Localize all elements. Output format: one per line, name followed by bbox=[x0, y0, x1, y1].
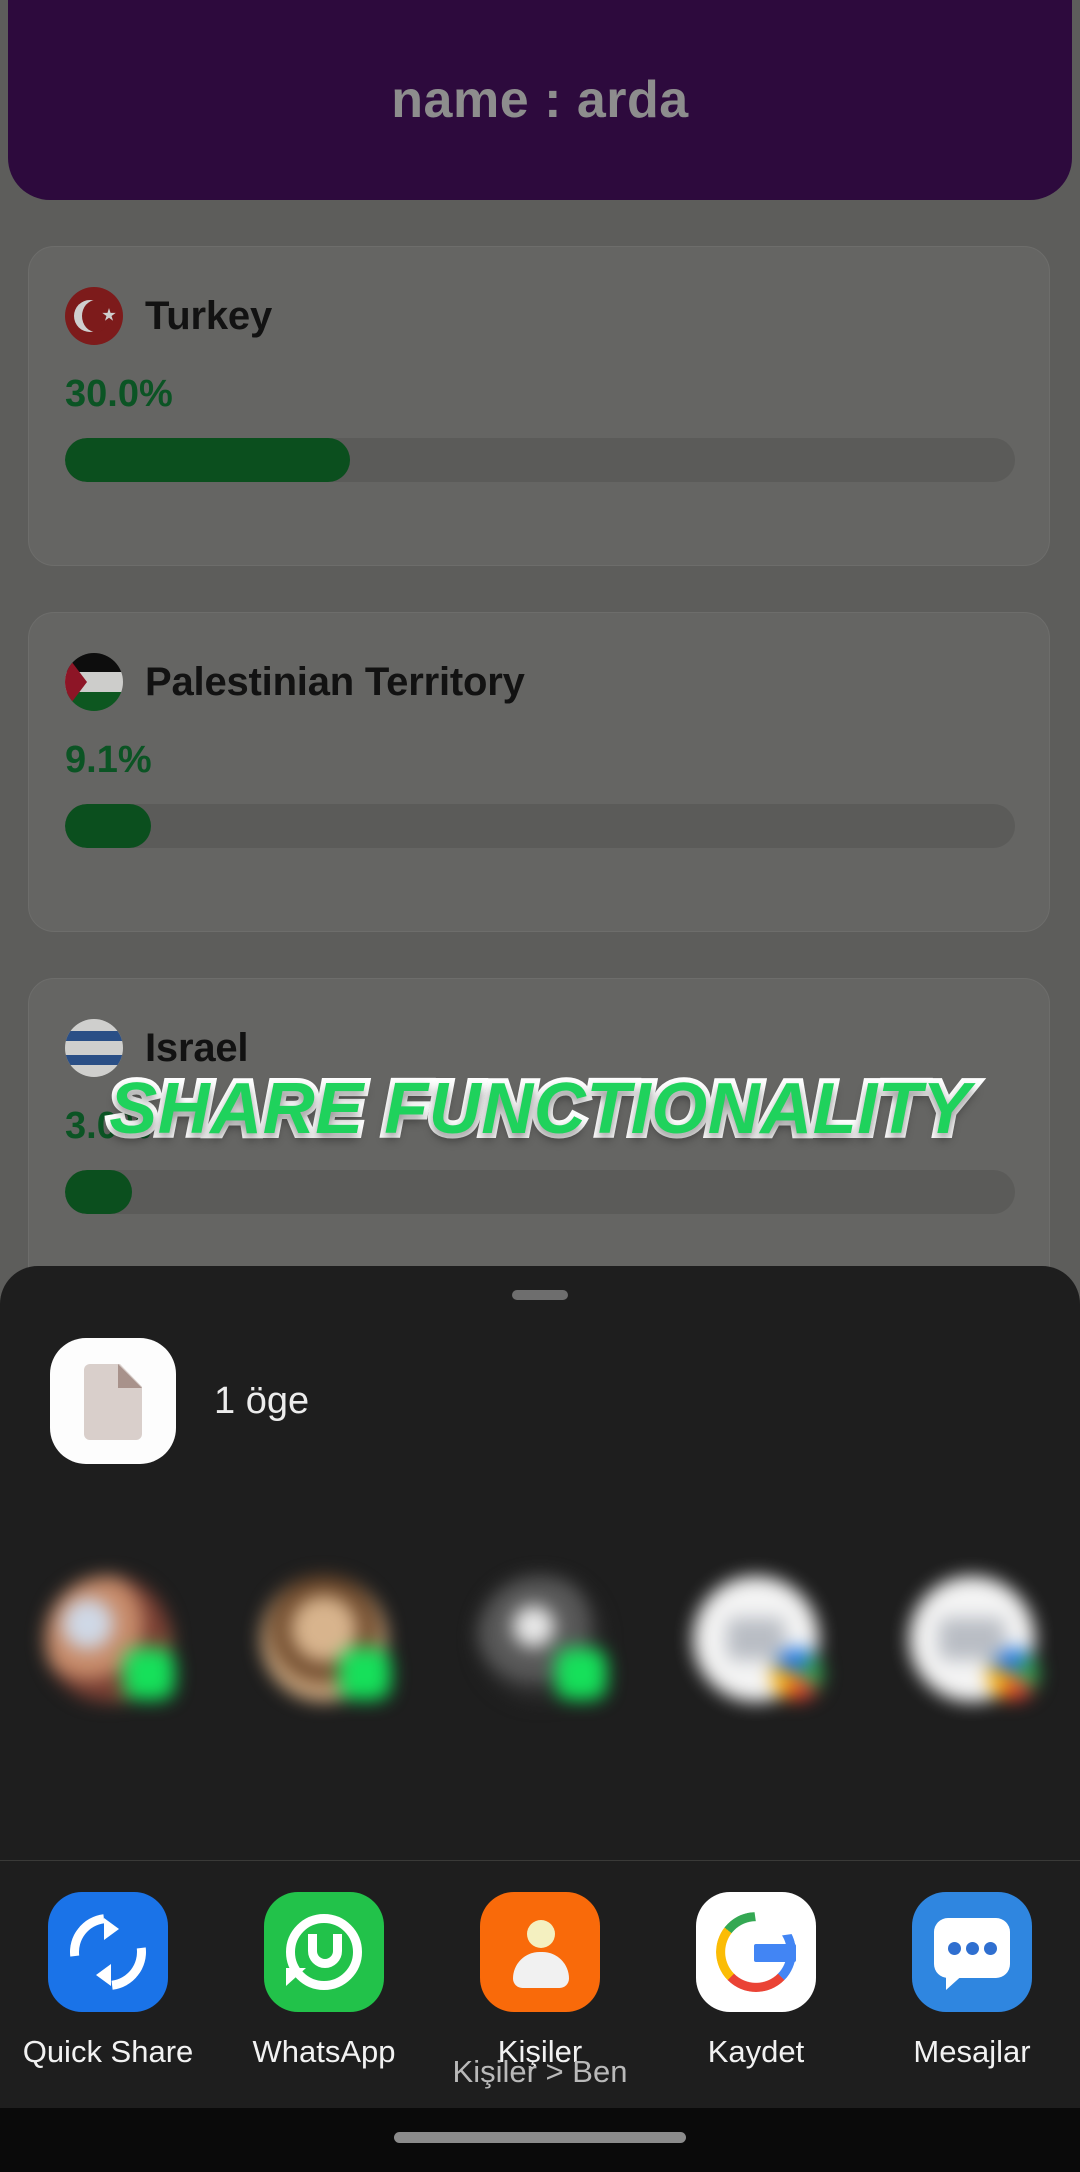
country-card-header: Israel bbox=[29, 979, 1049, 1077]
share-target-messages[interactable]: Mesajlar bbox=[864, 1892, 1080, 2070]
avatar bbox=[693, 1576, 823, 1702]
whatsapp-badge-icon bbox=[339, 1648, 391, 1700]
whatsapp-badge-icon bbox=[123, 1648, 175, 1700]
progress-track bbox=[65, 438, 1015, 482]
quick-share-icon bbox=[48, 1892, 168, 2012]
contact-suggestion[interactable] bbox=[0, 1576, 216, 1716]
google-badge-icon bbox=[987, 1648, 1039, 1700]
share-target-quick-share[interactable]: Quick Share bbox=[0, 1892, 216, 2070]
country-percent: 30.0% bbox=[65, 373, 173, 415]
contact-suggestion[interactable] bbox=[432, 1576, 648, 1716]
palestine-flag-icon bbox=[65, 653, 123, 711]
share-target-google-save[interactable]: Kaydet bbox=[648, 1892, 864, 2070]
progress-fill bbox=[65, 804, 152, 848]
country-card-header: Palestinian Territory bbox=[29, 613, 1049, 711]
avatar bbox=[477, 1576, 607, 1702]
share-sheet: 1 öge Quick Share WhatsApp Kişiler Kayde… bbox=[0, 1266, 1080, 2108]
turkey-flag-icon bbox=[65, 287, 123, 345]
progress-track bbox=[65, 1170, 1015, 1214]
breadcrumb: Kişiler > Ben bbox=[452, 2054, 628, 2089]
country-card[interactable]: Turkey 30.0% bbox=[28, 246, 1050, 566]
country-name: Palestinian Territory bbox=[145, 659, 525, 704]
country-name: Turkey bbox=[145, 293, 273, 338]
google-icon bbox=[696, 1892, 816, 2012]
country-card-header: Turkey bbox=[29, 247, 1049, 345]
drag-handle[interactable] bbox=[512, 1290, 568, 1300]
country-name: Israel bbox=[145, 1025, 249, 1070]
messages-icon bbox=[912, 1892, 1032, 2012]
android-nav-bar bbox=[0, 2108, 1080, 2172]
app-header: name : arda bbox=[8, 0, 1072, 200]
progress-track bbox=[65, 804, 1015, 848]
avatar bbox=[909, 1576, 1039, 1702]
progress-fill bbox=[65, 438, 350, 482]
contact-suggestions-row bbox=[0, 1576, 1080, 1838]
contact-suggestion[interactable] bbox=[216, 1576, 432, 1716]
contacts-icon bbox=[480, 1892, 600, 2012]
country-card[interactable]: Palestinian Territory 9.1% bbox=[28, 612, 1050, 932]
whatsapp-badge-icon bbox=[555, 1648, 607, 1700]
progress-fill bbox=[65, 1170, 132, 1214]
divider bbox=[0, 1860, 1080, 1861]
google-badge-icon bbox=[771, 1648, 823, 1700]
avatar bbox=[45, 1576, 175, 1702]
page-title: name : arda bbox=[391, 71, 689, 129]
document-file-icon[interactable] bbox=[50, 1338, 176, 1464]
country-percent: 9.1% bbox=[65, 739, 152, 781]
contact-suggestion[interactable] bbox=[864, 1576, 1080, 1716]
share-target-contacts[interactable]: Kişiler bbox=[432, 1892, 648, 2070]
contact-suggestion[interactable] bbox=[648, 1576, 864, 1716]
share-preview-row: 1 öge bbox=[50, 1338, 309, 1464]
home-gesture-pill[interactable] bbox=[394, 2132, 686, 2143]
avatar bbox=[261, 1576, 391, 1702]
overlay-caption: SHARE FUNCTIONALITY bbox=[104, 1064, 975, 1154]
share-apps-row: Quick Share WhatsApp Kişiler Kaydet Mesa… bbox=[0, 1892, 1080, 2070]
share-target-whatsapp[interactable]: WhatsApp bbox=[216, 1892, 432, 2070]
whatsapp-icon bbox=[264, 1892, 384, 2012]
share-item-count: 1 öge bbox=[214, 1379, 310, 1422]
